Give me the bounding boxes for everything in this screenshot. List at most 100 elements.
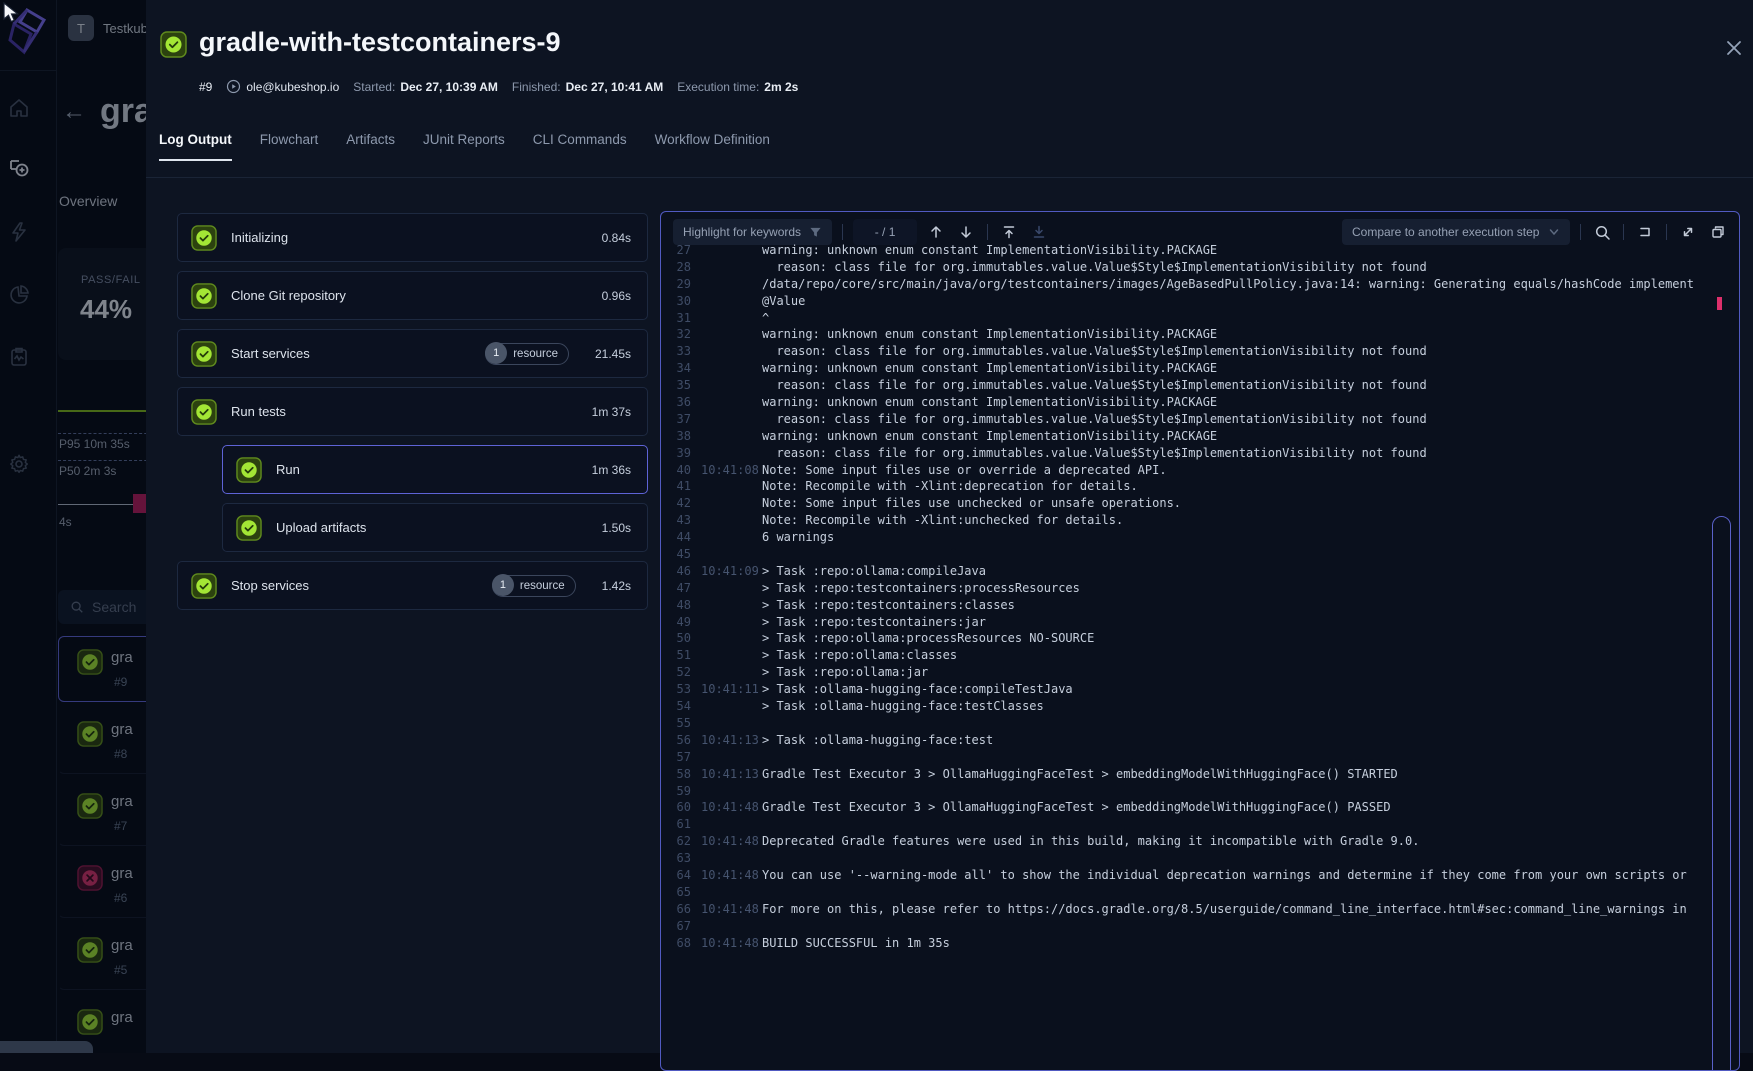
step-stop-services[interactable]: Stop services 1resource 1.42s bbox=[177, 561, 648, 610]
next-match-icon[interactable] bbox=[955, 221, 977, 243]
execution-passed-icon bbox=[77, 721, 103, 752]
tab-artifacts[interactable]: Artifacts bbox=[346, 132, 395, 161]
background-app: T Testkube ← gra Overview PASS/FAIL 44% … bbox=[0, 0, 146, 1053]
tab-cli-commands[interactable]: CLI Commands bbox=[533, 132, 627, 161]
execution-number: #9 bbox=[199, 80, 212, 94]
home-icon[interactable] bbox=[7, 96, 31, 120]
log-line-53: 5310:41:11> Task :ollama-hugging-face:co… bbox=[661, 681, 1739, 698]
scroll-to-top-icon[interactable] bbox=[998, 221, 1020, 243]
workflow-page-title: gra bbox=[100, 92, 146, 131]
log-line-31: 31^ bbox=[661, 310, 1739, 327]
step-upload-artifacts[interactable]: Upload artifacts1.50s bbox=[222, 503, 648, 552]
execution-failed-icon bbox=[77, 865, 103, 896]
chart-pass-line bbox=[58, 410, 146, 412]
execution-name: gra bbox=[111, 649, 133, 666]
scroll-to-bottom-icon[interactable] bbox=[1028, 221, 1050, 243]
execution-number: #6 bbox=[114, 891, 127, 905]
step-duration: 1m 37s bbox=[592, 405, 631, 419]
log-line-33: 33 reason: class file for org.immutables… bbox=[661, 343, 1739, 360]
execution-passed-icon bbox=[77, 937, 103, 968]
tab-junit-reports[interactable]: JUnit Reports bbox=[423, 132, 505, 161]
execution-item-6[interactable]: gra #6 bbox=[58, 852, 146, 918]
step-label: Stop services bbox=[231, 578, 309, 593]
execution-item-7[interactable]: gra#7 bbox=[58, 780, 146, 846]
tab-overview[interactable]: Overview bbox=[59, 193, 117, 209]
step-duration: 1.42s bbox=[602, 579, 631, 593]
pass-fail-card: PASS/FAIL 44% bbox=[58, 248, 146, 360]
tab-workflow-definition[interactable]: Workflow Definition bbox=[655, 132, 770, 161]
log-line-43: 43Note: Recompile with -Xlint:unchecked … bbox=[661, 512, 1739, 529]
log-line-49: 49> Task :repo:testcontainers:jar bbox=[661, 614, 1739, 631]
insights-icon[interactable] bbox=[7, 283, 31, 307]
log-line-40: 4010:41:08Note: Some input files use or … bbox=[661, 462, 1739, 479]
status-pages-icon[interactable] bbox=[7, 345, 31, 369]
rail-divider bbox=[0, 70, 57, 71]
execution-title: gradle-with-testcontainers-9 bbox=[199, 27, 561, 58]
step-passed-icon bbox=[236, 457, 262, 483]
execution-time-meta: Execution time: 2m 2s bbox=[677, 80, 798, 94]
settings-gear-icon[interactable] bbox=[7, 452, 31, 476]
log-scrollbar-thumb[interactable] bbox=[1712, 516, 1731, 1071]
execution-item-9[interactable]: gra#9 bbox=[58, 636, 146, 702]
tab-log-output[interactable]: Log Output bbox=[159, 132, 232, 161]
search-icon bbox=[70, 600, 84, 614]
step-start-services[interactable]: Start services1resource21.45s bbox=[177, 329, 648, 378]
execution-name: gra bbox=[111, 865, 133, 882]
execution-passed-icon bbox=[77, 793, 103, 824]
finished-meta: Finished: Dec 27, 10:41 AM bbox=[512, 80, 663, 94]
prev-match-icon[interactable] bbox=[925, 221, 947, 243]
p50-dash-line bbox=[58, 460, 146, 461]
log-line-68: 6810:41:48BUILD SUCCESSFUL in 1m 35s bbox=[661, 935, 1739, 952]
steps-list: Initializing0.84s Clone Git repository0.9… bbox=[177, 213, 648, 610]
pass-rate-value: 44% bbox=[80, 294, 132, 325]
org-avatar: T bbox=[68, 15, 94, 41]
status-passed-icon bbox=[160, 31, 187, 63]
back-arrow-icon[interactable]: ← bbox=[62, 100, 86, 124]
close-icon[interactable] bbox=[1722, 36, 1746, 60]
log-line-59: 59 bbox=[661, 783, 1739, 800]
log-line-35: 35 reason: class file for org.immutables… bbox=[661, 377, 1739, 394]
step-label: Run bbox=[276, 462, 300, 477]
resource-badge: 1resource bbox=[485, 343, 569, 365]
log-search-icon[interactable] bbox=[1591, 221, 1613, 243]
pass-fail-label: PASS/FAIL bbox=[81, 274, 141, 286]
log-line-58: 5810:41:13Gradle Test Executor 3 > Ollam… bbox=[661, 766, 1739, 783]
step-run[interactable]: Run1m 36s bbox=[222, 445, 648, 494]
step-run-tests[interactable]: Run tests1m 37s bbox=[177, 387, 648, 436]
log-line-55: 55 bbox=[661, 715, 1739, 732]
execution-item-5[interactable]: gra#5 bbox=[58, 924, 146, 990]
triggered-by: ole@kubeshop.io bbox=[226, 79, 339, 94]
executions-list: gra#9gra#8gra#7 gra #6 gra#5 gra bbox=[58, 636, 146, 1053]
step-passed-icon bbox=[191, 573, 217, 599]
triggered-by-user: ole@kubeshop.io bbox=[246, 80, 339, 94]
execution-name: gra bbox=[111, 1009, 133, 1026]
executions-search-input[interactable]: Search bbox=[58, 590, 146, 624]
step-passed-icon bbox=[191, 399, 217, 425]
step-passed-icon bbox=[191, 225, 217, 251]
org-name: Testkube bbox=[103, 21, 146, 36]
log-line-30: 30@Value bbox=[661, 293, 1739, 310]
log-line-61: 61 bbox=[661, 816, 1739, 833]
wrap-lines-icon[interactable] bbox=[1634, 221, 1656, 243]
log-line-42: 42Note: Some input files use unchecked o… bbox=[661, 495, 1739, 512]
nav-rail bbox=[0, 0, 57, 1053]
tab-flowchart[interactable]: Flowchart bbox=[260, 132, 319, 161]
log-toolbar: Highlight for keywords - / 1 Compare to … bbox=[661, 212, 1739, 246]
org-selector[interactable]: T Testkube bbox=[68, 15, 146, 41]
resource-badge: 1resource bbox=[492, 575, 576, 597]
workflows-icon[interactable] bbox=[7, 157, 31, 181]
step-initializing[interactable]: Initializing0.84s bbox=[177, 213, 648, 262]
execution-item-8[interactable]: gra#8 bbox=[58, 708, 146, 774]
log-line-28: 28 reason: class file for org.immutables… bbox=[661, 259, 1739, 276]
triggers-icon[interactable] bbox=[7, 220, 31, 244]
step-clone-git-repository[interactable]: Clone Git repository0.96s bbox=[177, 271, 648, 320]
copy-log-icon[interactable] bbox=[1707, 221, 1729, 243]
filter-funnel-icon bbox=[809, 226, 822, 239]
p50-label: P50 2m 3s bbox=[59, 464, 116, 478]
started-meta: Started: Dec 27, 10:39 AM bbox=[353, 80, 498, 94]
log-line-47: 47> Task :repo:testcontainers:processRes… bbox=[661, 580, 1739, 597]
expand-fullscreen-icon[interactable] bbox=[1677, 221, 1699, 243]
log-line-51: 51> Task :repo:ollama:classes bbox=[661, 647, 1739, 664]
log-line-41: 41Note: Recompile with -Xlint:deprecatio… bbox=[661, 478, 1739, 495]
log-line-48: 48> Task :repo:testcontainers:classes bbox=[661, 597, 1739, 614]
